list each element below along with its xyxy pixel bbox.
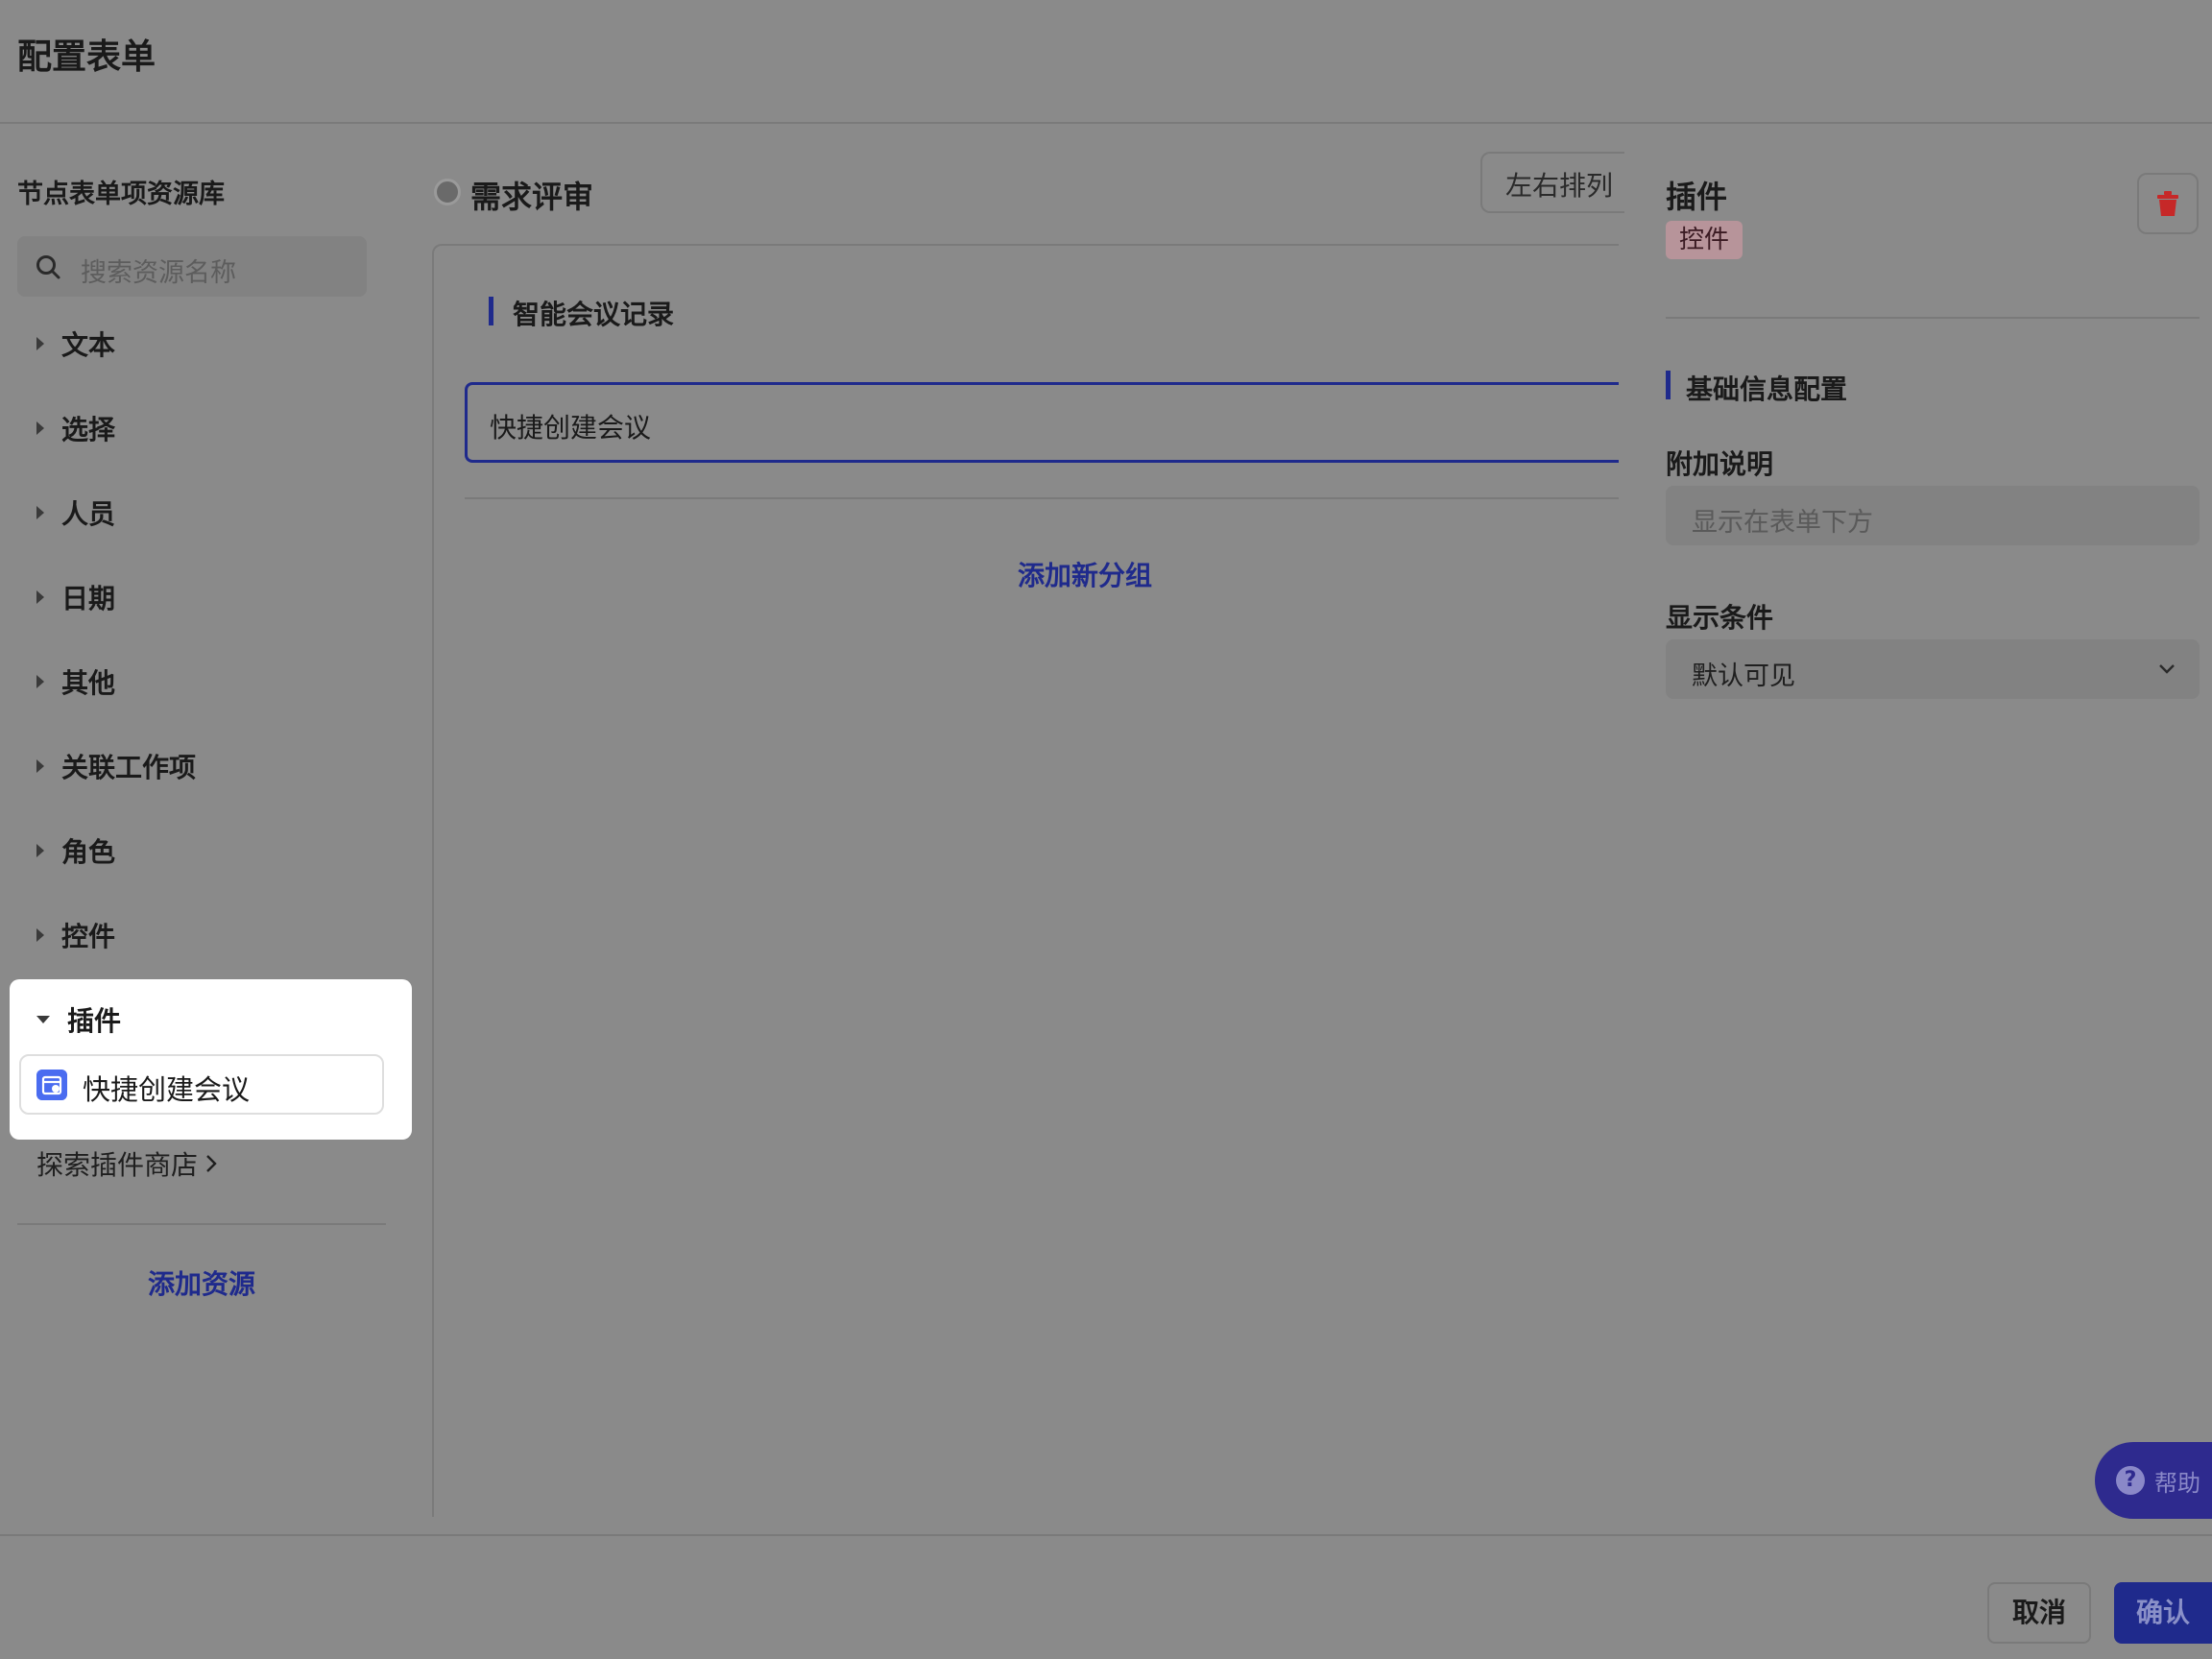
add-group-button[interactable]: 添加新分组	[1018, 555, 1152, 593]
group-title: 智能会议记录	[513, 299, 675, 330]
form-field-label: 快捷创建会议	[490, 412, 652, 444]
properties-title: 插件	[1666, 179, 1728, 215]
calendar-plugin-icon	[36, 1070, 67, 1100]
node-title: 需求评审	[470, 179, 594, 215]
dialog-header	[0, 0, 2212, 124]
category-text[interactable]: 文本	[36, 325, 115, 363]
cancel-button[interactable]: 取消	[1987, 1582, 2091, 1644]
caret-right-icon	[36, 506, 44, 519]
plugin-item-label: 快捷创建会议	[83, 1073, 251, 1106]
condition-value: 默认可见	[1692, 661, 1795, 691]
caret-right-icon	[36, 337, 44, 350]
category-label: 其他	[61, 667, 116, 699]
divider	[17, 1223, 386, 1225]
trash-icon	[2157, 191, 2178, 216]
chevron-right-icon	[206, 1155, 217, 1172]
category-other[interactable]: 其他	[36, 662, 115, 701]
note-label: 附加说明	[1666, 448, 1774, 480]
delete-button[interactable]	[2137, 173, 2199, 234]
group-accent-bar	[489, 297, 493, 325]
help-label: 帮助	[2154, 1469, 2200, 1497]
category-label: 日期	[61, 583, 116, 614]
caret-right-icon	[36, 928, 44, 942]
category-people[interactable]: 人员	[36, 493, 115, 532]
footer-divider	[0, 1534, 2212, 1536]
caret-down-icon	[36, 1016, 50, 1023]
category-label: 人员	[61, 498, 116, 530]
help-button[interactable]: ? 帮助	[2095, 1442, 2212, 1519]
note-placeholder: 显示在表单下方	[1692, 508, 1873, 538]
caret-right-icon	[36, 675, 44, 688]
page-title: 配置表单	[17, 37, 156, 77]
category-label: 文本	[61, 329, 116, 361]
type-badge: 控件	[1666, 221, 1743, 259]
category-date[interactable]: 日期	[36, 578, 115, 616]
caret-right-icon	[36, 590, 44, 604]
confirm-button[interactable]: 确认	[2114, 1582, 2212, 1644]
category-related-items[interactable]: 关联工作项	[36, 747, 196, 785]
node-status-dot	[434, 179, 461, 205]
category-select[interactable]: 选择	[36, 409, 115, 447]
add-resource-button[interactable]: 添加资源	[148, 1263, 255, 1302]
category-role[interactable]: 角色	[36, 831, 115, 870]
chevron-down-icon	[2159, 664, 2175, 674]
layout-toggle-label: 左右排列	[1505, 170, 1614, 202]
category-label: 选择	[61, 414, 116, 445]
category-label: 控件	[61, 921, 116, 952]
category-label: 关联工作项	[61, 752, 197, 783]
resource-library-heading: 节点表单项资源库	[17, 180, 225, 209]
plugin-store-label: 探索插件商店	[36, 1149, 199, 1181]
divider	[1666, 317, 2200, 319]
category-plugin[interactable]: 插件	[36, 1000, 121, 1039]
caret-right-icon	[36, 844, 44, 857]
question-icon: ?	[2116, 1466, 2145, 1495]
category-control[interactable]: 控件	[36, 916, 115, 954]
plugin-store-link[interactable]: 探索插件商店	[36, 1144, 219, 1183]
caret-right-icon	[36, 759, 44, 773]
condition-label: 显示条件	[1666, 602, 1774, 634]
search-placeholder: 搜索资源名称	[81, 258, 236, 288]
section-title: 基础信息配置	[1686, 373, 1848, 405]
caret-right-icon	[36, 421, 44, 435]
category-label: 插件	[67, 1005, 122, 1037]
divider	[465, 497, 1619, 499]
search-icon	[36, 255, 60, 279]
section-accent-bar	[1666, 371, 1671, 399]
category-label: 角色	[61, 836, 116, 868]
